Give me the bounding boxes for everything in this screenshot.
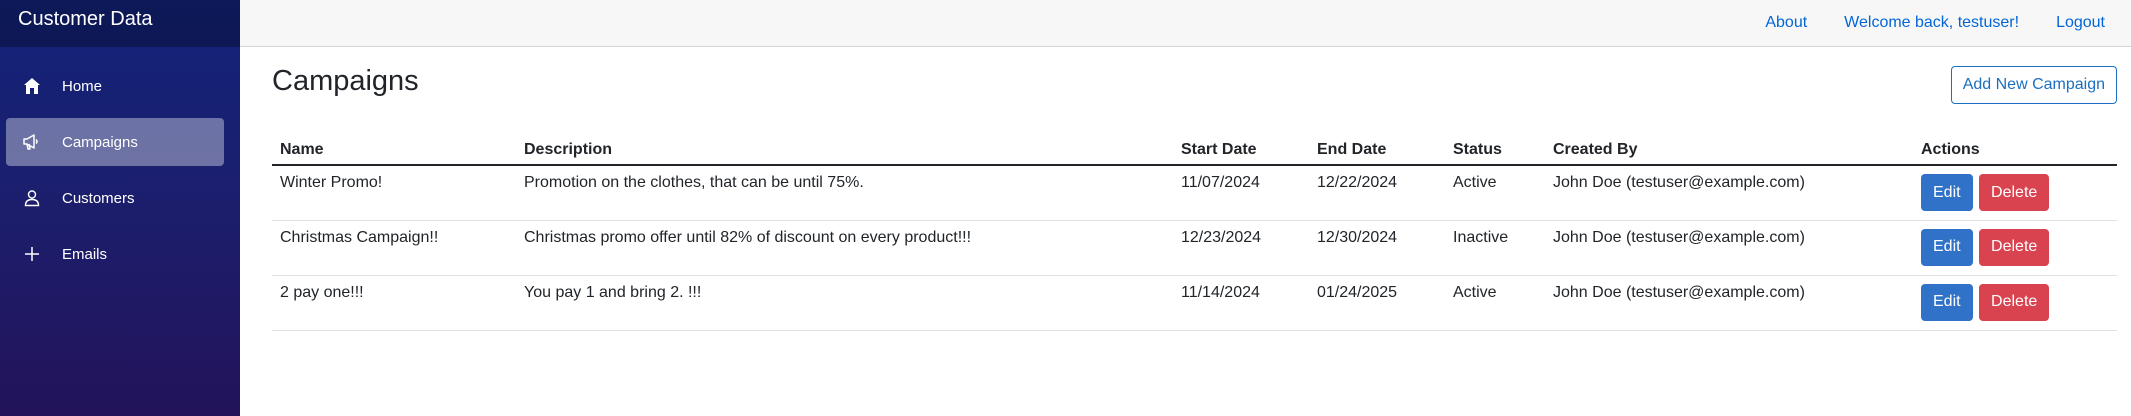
megaphone-icon bbox=[22, 132, 42, 152]
cell-name: Winter Promo! bbox=[272, 165, 516, 221]
cell-actions: Edit Delete bbox=[1913, 220, 2117, 276]
cell-end-date: 01/24/2025 bbox=[1309, 275, 1445, 331]
cell-start-date: 11/07/2024 bbox=[1173, 165, 1309, 221]
edit-button[interactable]: Edit bbox=[1921, 228, 1973, 266]
sidebar-item-label: Home bbox=[62, 77, 103, 95]
cell-description: Promotion on the clothes, that can be un… bbox=[516, 165, 1173, 221]
app-title[interactable]: Customer Data bbox=[0, 0, 240, 47]
cell-description: You pay 1 and bring 2. !!! bbox=[516, 275, 1173, 331]
table-row: Christmas Campaign!! Christmas promo off… bbox=[272, 220, 2117, 276]
home-icon bbox=[22, 76, 42, 96]
cell-name: 2 pay one!!! bbox=[272, 275, 516, 331]
cell-created-by: John Doe (testuser@example.com) bbox=[1545, 220, 1913, 276]
header-created-by: Created By bbox=[1545, 136, 1913, 166]
cell-status: Active bbox=[1445, 275, 1545, 331]
cell-status: Inactive bbox=[1445, 220, 1545, 276]
cell-actions: Edit Delete bbox=[1913, 275, 2117, 331]
cell-name: Christmas Campaign!! bbox=[272, 220, 516, 276]
sidebar-nav: Home Campaigns Customers Emails bbox=[0, 47, 240, 278]
logout-link[interactable]: Logout bbox=[2056, 14, 2105, 32]
main-area: About Welcome back, testuser! Logout Cam… bbox=[240, 0, 2131, 416]
cell-start-date: 11/14/2024 bbox=[1173, 275, 1309, 331]
app-shell: Customer Data Home Campaigns Customers E… bbox=[0, 0, 2131, 416]
header-name: Name bbox=[272, 136, 516, 166]
cell-start-date: 12/23/2024 bbox=[1173, 220, 1309, 276]
sidebar-item-emails[interactable]: Emails bbox=[6, 230, 224, 278]
sidebar-item-customers[interactable]: Customers bbox=[6, 174, 224, 222]
cell-status: Active bbox=[1445, 165, 1545, 221]
cell-end-date: 12/22/2024 bbox=[1309, 165, 1445, 221]
delete-button[interactable]: Delete bbox=[1979, 228, 2050, 266]
campaigns-table: Name Description Start Date End Date Sta… bbox=[272, 136, 2117, 331]
cell-end-date: 12/30/2024 bbox=[1309, 220, 1445, 276]
cell-description: Christmas promo offer until 82% of disco… bbox=[516, 220, 1173, 276]
delete-button[interactable]: Delete bbox=[1979, 174, 2050, 211]
welcome-link[interactable]: Welcome back, testuser! bbox=[1844, 14, 2019, 32]
header-actions: Actions bbox=[1913, 136, 2117, 166]
about-link[interactable]: About bbox=[1765, 14, 1807, 32]
header-description: Description bbox=[516, 136, 1173, 166]
top-bar: About Welcome back, testuser! Logout bbox=[240, 0, 2131, 47]
edit-button[interactable]: Edit bbox=[1921, 283, 1973, 321]
cell-created-by: John Doe (testuser@example.com) bbox=[1545, 275, 1913, 331]
cell-actions: Edit Delete bbox=[1913, 165, 2117, 221]
sidebar-item-label: Customers bbox=[62, 189, 135, 207]
cell-created-by: John Doe (testuser@example.com) bbox=[1545, 165, 1913, 221]
delete-button[interactable]: Delete bbox=[1979, 283, 2050, 321]
person-icon bbox=[22, 188, 42, 208]
page-title: Campaigns bbox=[272, 65, 419, 97]
header-end-date: End Date bbox=[1309, 136, 1445, 166]
header-status: Status bbox=[1445, 136, 1545, 166]
plus-icon bbox=[22, 244, 42, 264]
table-row: 2 pay one!!! You pay 1 and bring 2. !!! … bbox=[272, 275, 2117, 331]
sidebar-item-campaigns[interactable]: Campaigns bbox=[6, 118, 224, 166]
sidebar-item-label: Campaigns bbox=[62, 133, 138, 151]
edit-button[interactable]: Edit bbox=[1921, 174, 1973, 211]
page-content: Campaigns Add New Campaign Name Descript… bbox=[240, 47, 2131, 331]
header-start-date: Start Date bbox=[1173, 136, 1309, 166]
table-header-row: Name Description Start Date End Date Sta… bbox=[272, 136, 2117, 166]
sidebar-item-label: Emails bbox=[62, 245, 108, 263]
table-row: Winter Promo! Promotion on the clothes, … bbox=[272, 165, 2117, 221]
sidebar: Customer Data Home Campaigns Customers E… bbox=[0, 0, 240, 416]
add-campaign-button[interactable]: Add New Campaign bbox=[1950, 66, 2117, 104]
sidebar-item-home[interactable]: Home bbox=[6, 62, 224, 110]
